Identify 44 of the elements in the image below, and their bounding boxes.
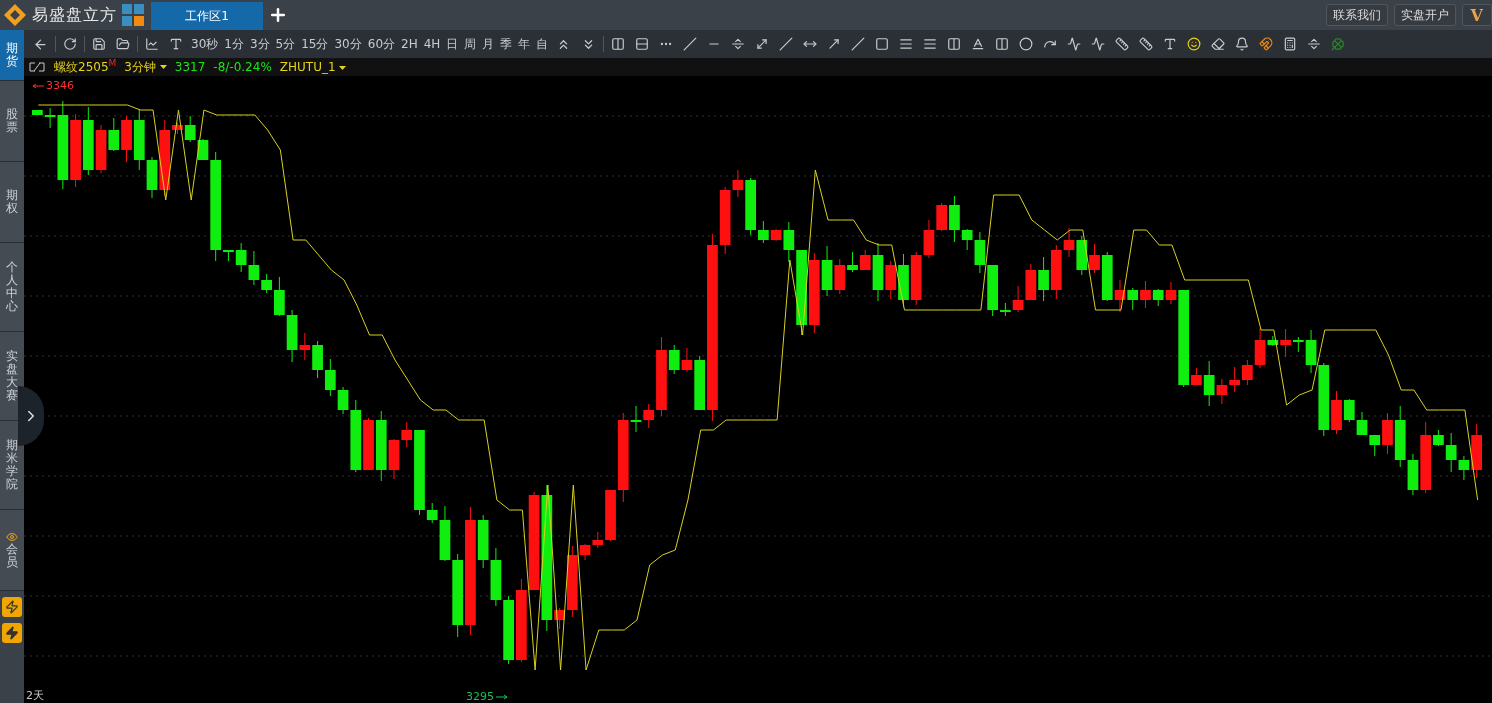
period-button[interactable]: 1分 xyxy=(221,32,247,56)
header-button[interactable]: 实盘开户 xyxy=(1393,4,1456,26)
sidebar-tab[interactable]: 期权 xyxy=(0,162,24,243)
period-button[interactable]: 4H xyxy=(420,32,444,56)
sidebar-tab[interactable]: 股票 xyxy=(0,81,24,162)
period-button[interactable]: 年 xyxy=(515,32,534,56)
period-dropdown[interactable]: 3分钟 xyxy=(124,58,167,76)
range-label: 2天 xyxy=(26,688,44,703)
period-button[interactable]: 60分 xyxy=(364,32,399,56)
logo-icon xyxy=(2,2,28,28)
period-button[interactable]: 30秒 xyxy=(188,32,222,56)
period-button[interactable]: 周 xyxy=(461,32,480,56)
sidebar-tab[interactable]: 实盘大赛 xyxy=(0,332,24,421)
period-button[interactable]: 季 xyxy=(497,32,516,56)
template-dropdown[interactable]: ZHUTU_1 xyxy=(279,60,347,74)
period-button[interactable]: 日 xyxy=(443,32,462,56)
app-name: 易盛盘立方 xyxy=(32,4,117,26)
vip-button[interactable]: V xyxy=(1461,4,1492,26)
sidebar-tab[interactable]: 会员 xyxy=(0,510,24,591)
eye-icon xyxy=(6,530,18,543)
grid-logo-icon xyxy=(121,3,145,27)
period-button[interactable]: 15分 xyxy=(298,32,332,56)
period-button[interactable]: 自 xyxy=(533,32,552,56)
header-button[interactable]: 联系我们 xyxy=(1325,4,1388,26)
period-button[interactable]: 3分 xyxy=(246,32,273,56)
link-icon xyxy=(28,62,46,72)
period-button[interactable]: 30分 xyxy=(331,32,365,56)
period-button[interactable]: 2H xyxy=(398,32,421,56)
lightning-icon[interactable] xyxy=(2,623,22,643)
caret-icon xyxy=(159,65,167,69)
last-price: 3317 xyxy=(174,60,206,74)
symbol-label: 螺纹2505$^{M}$ xyxy=(54,58,117,76)
leader-arrow-icon xyxy=(32,82,44,89)
high-price-label: 3346 xyxy=(46,79,74,92)
period-button[interactable]: 月 xyxy=(479,32,498,56)
sidebar-tab[interactable]: 个人中心 xyxy=(0,243,24,332)
sidebar-tab[interactable]: 期货 xyxy=(0,30,24,81)
workspace-tab[interactable]: 工作区1 xyxy=(151,2,263,30)
low-price-label: 3295 xyxy=(466,690,494,703)
period-button[interactable]: 5分 xyxy=(272,32,299,56)
caret-icon xyxy=(339,65,347,70)
leader-arrow-icon xyxy=(496,693,508,700)
price-change: -8/-0.24% xyxy=(213,60,272,74)
sidebar-tab[interactable]: 期米学院 xyxy=(0,421,24,510)
